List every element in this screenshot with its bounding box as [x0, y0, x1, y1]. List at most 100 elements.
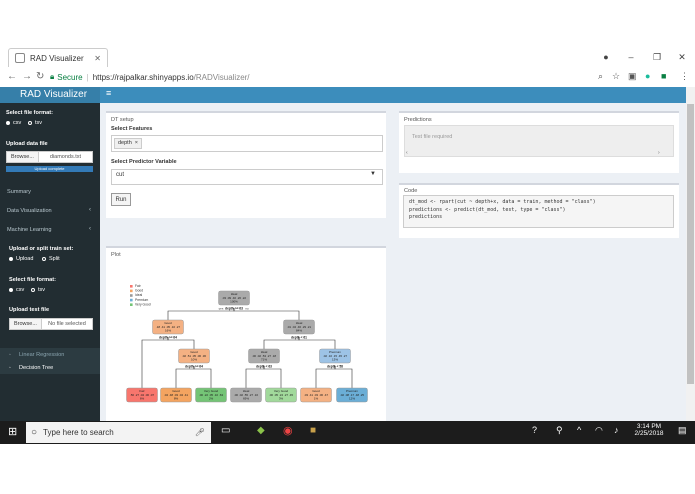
- close-tab-icon[interactable]: ✕: [94, 54, 101, 63]
- radio-test-csv[interactable]: csv: [9, 287, 24, 293]
- radio-tsv[interactable]: tsv: [28, 120, 42, 126]
- legend-label: Very Good: [135, 302, 151, 306]
- split-rule-label: depth >= 64: [185, 365, 203, 369]
- code-block: dt_mod <- rpart(cut ~ depth+x, data = tr…: [403, 195, 674, 228]
- tree-node: Good.18 .41 .05 .10 .2716%: [152, 319, 184, 335]
- chevron-left-icon: ‹: [89, 207, 91, 213]
- radio-csv[interactable]: csv: [6, 120, 21, 126]
- tree-edge: [193, 366, 212, 388]
- microphone-icon[interactable]: 🎤︎: [195, 428, 205, 437]
- radio-test-tsv[interactable]: tsv: [31, 287, 45, 293]
- run-button[interactable]: Run: [111, 193, 131, 206]
- tree-edge: [233, 308, 300, 320]
- extension-square-icon[interactable]: ■: [661, 71, 666, 81]
- predictor-value: cut: [116, 172, 125, 178]
- scroll-right-icon[interactable]: ›: [658, 150, 660, 156]
- tree-edge: [175, 366, 195, 388]
- predictions-placeholder: Test file required: [412, 134, 453, 140]
- app-icon[interactable]: ◆: [257, 425, 265, 436]
- submenu-decision-tree[interactable]: Decision Tree: [19, 365, 53, 371]
- menu-summary[interactable]: Summary: [7, 189, 31, 195]
- app-title: RAD Visualizer: [0, 87, 100, 103]
- rstudio-icon[interactable]: ■: [310, 425, 316, 436]
- features-select[interactable]: [111, 135, 383, 152]
- decision-tree-plot: FairGoodIdealPremiumVery Good depth >= 63…: [126, 284, 368, 403]
- help-icon[interactable]: ?: [532, 425, 537, 435]
- chevron-up-icon[interactable]: ^: [577, 425, 581, 435]
- remove-tag-icon[interactable]: ×: [135, 139, 138, 148]
- node-percent: 8%: [174, 396, 179, 400]
- tree-edge: [167, 308, 235, 320]
- windows-start-icon[interactable]: ⊞: [8, 425, 17, 438]
- predictor-select[interactable]: [111, 169, 383, 185]
- volume-icon[interactable]: ♪: [614, 425, 619, 435]
- forward-icon[interactable]: →: [22, 71, 32, 82]
- url-field[interactable]: 🔒︎ Secure | https://rajpalkar.shinyapps.…: [50, 70, 610, 84]
- zoom-icon[interactable]: ⌕: [598, 71, 603, 82]
- plot-title: Plot: [111, 252, 121, 258]
- legend-label: Good: [135, 289, 143, 293]
- clock-date: 2/25/2018: [634, 430, 664, 437]
- wifi-icon[interactable]: ◠: [595, 425, 603, 436]
- close-window-icon[interactable]: ✕: [676, 52, 688, 62]
- tree-node: Good.02 .51 .05 .06 .3610%: [178, 348, 210, 364]
- node-percent: 100%: [230, 299, 238, 303]
- menu-machine-learning[interactable]: Machine Learning: [7, 227, 51, 233]
- code-line: predictions <- predict(dt_mod, test, typ…: [409, 206, 566, 213]
- split-rule-label: depth < 58: [327, 365, 343, 369]
- test-file-input[interactable]: Browse... No file selected: [9, 318, 93, 330]
- menu-dots-icon[interactable]: ⋮: [680, 71, 689, 82]
- scroll-left-icon[interactable]: ‹: [406, 150, 408, 156]
- data-file-input[interactable]: Browse... diamonds.txt: [6, 151, 93, 163]
- legend-item: Premium: [130, 298, 148, 302]
- tree-node: Premium.02 .08 .17 .48 .2512%: [336, 387, 368, 403]
- test-browse-button[interactable]: Browse...: [9, 318, 42, 330]
- sidebar-toggle-icon[interactable]: ≡: [106, 88, 111, 98]
- node-percent: 16%: [165, 328, 171, 332]
- profile-icon[interactable]: ●: [600, 52, 612, 62]
- task-view-icon[interactable]: ▭: [221, 425, 230, 436]
- extension-circle-icon[interactable]: ●: [645, 71, 650, 81]
- back-icon[interactable]: ←: [7, 71, 17, 82]
- menu-data-visualization[interactable]: Data Visualization: [7, 208, 52, 214]
- extension-icon[interactable]: ▣: [628, 71, 637, 82]
- submenu-active-bullet-icon: ◦: [9, 365, 11, 371]
- minimize-icon[interactable]: –: [625, 52, 637, 62]
- people-icon[interactable]: ⚲: [556, 425, 563, 436]
- dt-setup-title: DT setup: [111, 117, 134, 123]
- feature-tag[interactable]: depth ×: [114, 138, 142, 149]
- node-percent: 69%: [243, 396, 249, 400]
- legend-item: Fair: [130, 284, 142, 288]
- url-host: https://rajpalkar.shinyapps.io: [92, 72, 194, 82]
- taskbar-search[interactable]: ○ Type here to search 🎤︎: [26, 422, 211, 443]
- notifications-icon[interactable]: ▤: [678, 425, 687, 436]
- scrollbar-thumb[interactable]: [687, 104, 694, 384]
- radio-dot-icon: [42, 257, 46, 261]
- clock[interactable]: 3:14 PM 2/25/2018: [632, 423, 666, 437]
- legend-label: Ideal: [135, 293, 142, 297]
- maximize-icon[interactable]: ❐: [651, 52, 663, 62]
- browser-tab[interactable]: RAD Visualizer ✕: [8, 48, 108, 67]
- lock-icon: 🔒︎: [50, 72, 55, 81]
- url-separator: |: [86, 72, 89, 82]
- tab-title: RAD Visualizer: [30, 53, 84, 63]
- node-percent: 2%: [209, 396, 214, 400]
- url-path: /RADVisualizer/: [193, 72, 250, 82]
- app-header: [0, 87, 686, 103]
- tree-node: Good.03 .41 .03 .06 .471%: [300, 387, 332, 403]
- radio-upload[interactable]: Upload: [9, 256, 33, 262]
- radio-split[interactable]: Split: [42, 256, 60, 262]
- radio-dot-icon: [31, 288, 35, 292]
- legend-label: Fair: [135, 284, 142, 288]
- star-icon[interactable]: ☆: [612, 71, 620, 82]
- submenu-linear-regression[interactable]: Linear Regression: [19, 352, 64, 358]
- browse-button[interactable]: Browse...: [6, 151, 39, 163]
- chrome-icon[interactable]: ◉: [283, 424, 293, 437]
- reload-icon[interactable]: ↻: [36, 71, 44, 82]
- favicon-icon: [15, 53, 25, 63]
- legend-swatch: [130, 285, 133, 288]
- search-placeholder: Type here to search: [43, 428, 114, 437]
- tree-edge: [141, 337, 169, 388]
- radio-test-csv-label: csv: [16, 287, 25, 293]
- test-upload-label: Upload test file: [9, 307, 50, 313]
